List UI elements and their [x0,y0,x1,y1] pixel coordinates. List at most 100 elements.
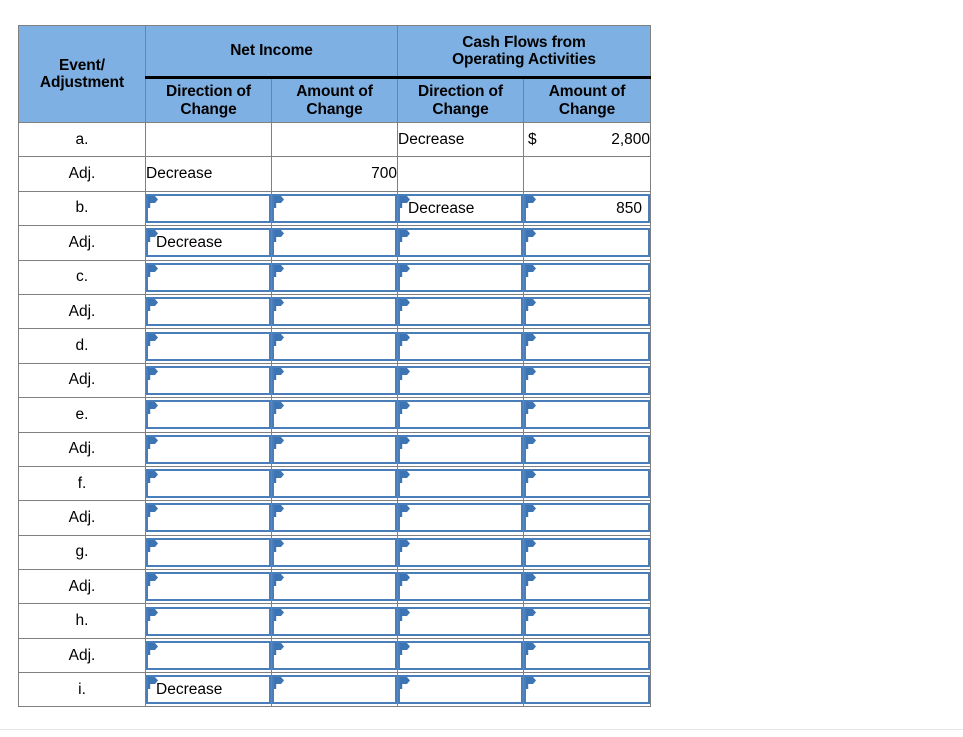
net-income-direction-cell[interactable] [145,534,272,571]
net-income-amount-cell[interactable] [271,603,398,639]
net-income-direction-input[interactable]: Decrease [146,228,271,258]
net-income-amount-input[interactable] [272,262,397,292]
cash-flow-amount-cell[interactable] [523,259,651,295]
cash-flow-amount-input[interactable] [524,297,650,327]
cash-flow-amount-input[interactable] [524,228,650,258]
net-income-direction-input[interactable] [146,400,271,430]
net-income-amount-input[interactable] [272,469,397,499]
net-income-direction-cell[interactable]: Decrease [145,225,272,261]
net-income-amount-cell[interactable] [271,293,398,330]
net-income-direction-input[interactable] [146,297,271,327]
net-income-amount-input[interactable] [272,675,397,705]
net-income-direction-cell[interactable] [145,397,272,433]
cash-flow-direction-cell[interactable] [397,569,524,605]
cash-flow-amount-cell[interactable] [523,328,651,364]
cash-flow-amount-input[interactable]: 850 [524,193,650,223]
cash-flow-amount-input[interactable] [524,365,650,395]
net-income-amount-cell[interactable] [271,569,398,605]
cash-flow-direction-cell[interactable] [397,637,524,674]
cash-flow-direction-input[interactable] [398,228,523,258]
cash-flow-amount-cell[interactable] [523,672,651,708]
net-income-amount-cell[interactable] [271,431,398,467]
net-income-amount-cell[interactable] [271,500,398,536]
cash-flow-direction-cell[interactable] [397,225,524,261]
cash-flow-direction-input[interactable] [398,331,523,361]
net-income-amount-input[interactable] [272,331,397,361]
net-income-direction-input[interactable] [146,503,271,533]
cash-flow-direction-cell[interactable] [397,431,524,467]
net-income-direction-cell[interactable] [145,569,272,605]
cash-flow-amount-input[interactable] [524,262,650,292]
net-income-amount-input[interactable] [272,365,397,395]
net-income-direction-input[interactable] [146,537,271,567]
cash-flow-amount-cell[interactable] [523,225,651,261]
cash-flow-direction-cell[interactable] [397,259,524,295]
cash-flow-direction-cell[interactable] [397,500,524,536]
cash-flow-amount-input[interactable] [524,572,650,602]
net-income-direction-cell[interactable]: Decrease [145,672,272,708]
net-income-direction-cell[interactable] [145,431,272,467]
cash-flow-direction-input[interactable] [398,297,523,327]
net-income-amount-cell[interactable] [271,534,398,571]
net-income-amount-input[interactable] [272,537,397,567]
net-income-direction-cell[interactable] [145,259,272,295]
net-income-direction-input[interactable] [146,469,271,499]
cash-flow-amount-cell[interactable] [523,465,651,502]
cash-flow-direction-input[interactable] [398,469,523,499]
cash-flow-direction-cell[interactable] [397,362,524,399]
cash-flow-direction-cell[interactable] [397,397,524,433]
net-income-amount-cell[interactable] [271,259,398,295]
net-income-amount-input[interactable] [272,572,397,602]
cash-flow-direction-input[interactable] [398,503,523,533]
cash-flow-direction-cell[interactable] [397,293,524,330]
net-income-direction-input[interactable] [146,193,271,223]
net-income-amount-cell[interactable] [271,465,398,502]
net-income-amount-cell[interactable] [271,190,398,227]
net-income-direction-cell[interactable] [145,362,272,399]
net-income-amount-input[interactable] [272,434,397,464]
cash-flow-amount-input[interactable] [524,469,650,499]
cash-flow-amount-cell[interactable] [523,534,651,571]
cash-flow-direction-input[interactable] [398,434,523,464]
net-income-direction-cell[interactable] [145,637,272,674]
cash-flow-amount-cell[interactable] [523,637,651,674]
net-income-direction-cell[interactable] [145,465,272,502]
cash-flow-direction-input[interactable] [398,675,523,705]
net-income-direction-input[interactable] [146,434,271,464]
net-income-direction-cell[interactable] [145,500,272,536]
net-income-amount-input[interactable] [272,297,397,327]
net-income-direction-input[interactable] [146,641,271,671]
cash-flow-amount-input[interactable] [524,434,650,464]
cash-flow-direction-input[interactable] [398,365,523,395]
cash-flow-direction-input[interactable]: Decrease [398,193,523,223]
cash-flow-direction-cell[interactable] [397,465,524,502]
cash-flow-direction-cell[interactable] [397,328,524,364]
net-income-amount-input[interactable] [272,606,397,636]
cash-flow-direction-input[interactable] [398,572,523,602]
net-income-direction-input[interactable] [146,331,271,361]
cash-flow-amount-cell[interactable] [523,500,651,536]
cash-flow-amount-cell[interactable] [523,431,651,467]
cash-flow-direction-input[interactable] [398,641,523,671]
net-income-direction-cell[interactable] [145,328,272,364]
cash-flow-amount-input[interactable] [524,641,650,671]
net-income-amount-input[interactable] [272,641,397,671]
cash-flow-direction-cell[interactable]: Decrease [397,190,524,227]
net-income-amount-cell[interactable] [271,397,398,433]
net-income-amount-cell[interactable] [271,672,398,708]
cash-flow-amount-cell[interactable] [523,293,651,330]
cash-flow-amount-cell[interactable] [523,603,651,639]
net-income-direction-input[interactable] [146,262,271,292]
cash-flow-amount-input[interactable] [524,331,650,361]
net-income-direction-cell[interactable] [145,603,272,639]
cash-flow-amount-input[interactable] [524,606,650,636]
net-income-direction-input[interactable] [146,606,271,636]
cash-flow-amount-cell[interactable] [523,569,651,605]
cash-flow-amount-cell[interactable] [523,362,651,399]
cash-flow-amount-input[interactable] [524,537,650,567]
cash-flow-direction-cell[interactable] [397,672,524,708]
net-income-amount-input[interactable] [272,228,397,258]
net-income-amount-input[interactable] [272,400,397,430]
cash-flow-direction-cell[interactable] [397,534,524,571]
cash-flow-direction-input[interactable] [398,606,523,636]
